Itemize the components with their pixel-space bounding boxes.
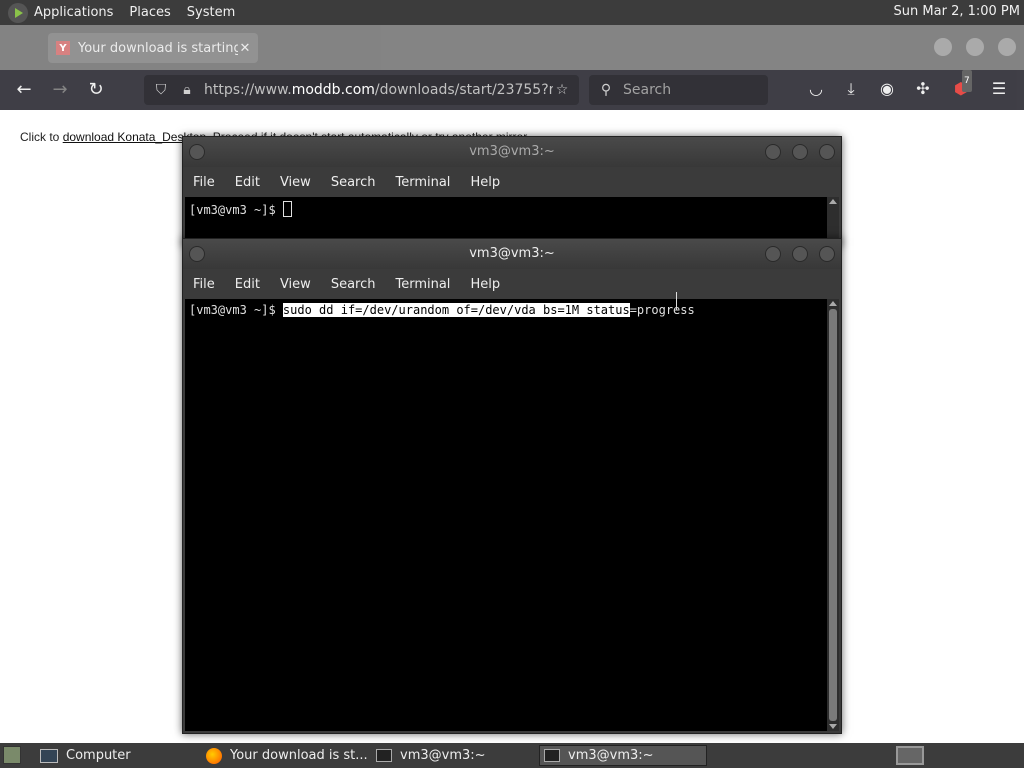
search-placeholder: Search	[623, 82, 672, 98]
shell-prompt: [vm3@vm3 ~]$	[189, 203, 283, 217]
downloads-icon[interactable]: ⤓	[840, 78, 862, 100]
reload-icon[interactable]: ↻	[84, 78, 108, 102]
window-menu-button[interactable]	[189, 246, 205, 262]
menu-file[interactable]: File	[193, 277, 215, 292]
text-cursor	[282, 201, 292, 217]
url-path: /downloads/start/23755?refe	[374, 82, 553, 98]
account-icon[interactable]: ◉	[876, 78, 898, 100]
terminal-menubar: File Edit View Search Terminal Help	[183, 167, 841, 197]
shield-icon[interactable]: ⛉	[152, 82, 170, 98]
places-menu[interactable]: Places	[129, 5, 170, 20]
terminal-window-front[interactable]: vm3@vm3:~ File Edit View Search Terminal…	[182, 238, 842, 734]
scroll-up-icon[interactable]	[829, 301, 837, 306]
moddb-favicon-icon: Y	[56, 41, 70, 55]
clock[interactable]: Sun Mar 2, 1:00 PM	[894, 4, 1020, 19]
url-domain: moddb.com	[291, 82, 375, 98]
scrollbar[interactable]	[827, 197, 839, 243]
task-label: vm3@vm3:~	[568, 748, 654, 763]
scrollbar[interactable]	[827, 299, 839, 731]
lock-icon[interactable]: 🔒︎	[178, 82, 196, 98]
menu-file[interactable]: File	[193, 175, 215, 190]
url-bar[interactable]: ⛉ 🔒︎ https://www.moddb.com/downloads/sta…	[144, 75, 579, 105]
selected-command-text[interactable]: sudo dd if=/dev/urandom of=/dev/vda bs=1…	[282, 303, 630, 317]
browser-navbar: ← → ↻ ⛉ 🔒︎ https://www.moddb.com/downloa…	[0, 70, 1024, 110]
scroll-up-icon[interactable]	[829, 199, 837, 204]
task-label: Your download is st...	[230, 748, 368, 763]
ibeam-cursor-icon	[676, 292, 679, 310]
menu-hamburger-icon[interactable]: ☰	[988, 78, 1010, 100]
menu-help[interactable]: Help	[470, 277, 500, 292]
terminal-icon	[376, 749, 392, 762]
pocket-icon[interactable]: ◡	[805, 78, 827, 100]
url-prefix: https://www.	[204, 82, 292, 98]
menu-view[interactable]: View	[280, 175, 311, 190]
terminal-window-back[interactable]: vm3@vm3:~ File Edit View Search Terminal…	[182, 136, 842, 246]
top-panel: Applications Places System Sun Mar 2, 1:…	[0, 0, 1024, 25]
show-desktop-icon[interactable]	[3, 746, 21, 764]
bottom-taskbar: Computer Your download is st... vm3@vm3:…	[0, 743, 1024, 768]
task-browser[interactable]: Your download is st...	[202, 745, 368, 766]
applications-menu[interactable]: Applications	[34, 5, 113, 20]
maximize-button[interactable]	[792, 246, 808, 262]
menu-search[interactable]: Search	[331, 277, 376, 292]
minimize-button[interactable]	[765, 246, 781, 262]
menu-view[interactable]: View	[280, 277, 311, 292]
terminal-menubar: File Edit View Search Terminal Help	[183, 269, 841, 299]
workspace-switcher[interactable]	[896, 746, 924, 765]
ublock-icon[interactable]: ⬢ 7	[950, 70, 972, 100]
terminal-output[interactable]: [vm3@vm3 ~]$ sudo dd if=/dev/urandom of=…	[185, 299, 827, 731]
menu-search[interactable]: Search	[331, 175, 376, 190]
computer-icon	[40, 748, 58, 763]
menu-terminal[interactable]: Terminal	[395, 277, 450, 292]
terminal-titlebar[interactable]: vm3@vm3:~	[183, 239, 841, 269]
task-terminal-2[interactable]: vm3@vm3:~	[539, 745, 707, 766]
browser-tabbar: Y Your download is starting - ✕	[0, 25, 1024, 70]
ublock-badge: 7	[962, 70, 972, 92]
maximize-button[interactable]	[966, 38, 984, 56]
minimize-button[interactable]	[765, 144, 781, 160]
firefox-icon	[206, 747, 222, 764]
tab-title: Your download is starting -	[78, 40, 238, 56]
task-computer[interactable]: Computer	[36, 745, 196, 766]
forward-icon[interactable]: →	[48, 78, 72, 102]
menu-edit[interactable]: Edit	[235, 175, 260, 190]
terminal-titlebar[interactable]: vm3@vm3:~	[183, 137, 841, 167]
command-text-rest[interactable]: =progress	[630, 303, 695, 317]
back-icon[interactable]: ←	[12, 78, 36, 102]
download-link[interactable]: download Konata_Desk	[63, 130, 190, 144]
terminal-output[interactable]: [vm3@vm3 ~]$	[185, 197, 827, 243]
scroll-down-icon[interactable]	[829, 724, 837, 729]
close-button[interactable]	[819, 246, 835, 262]
window-menu-button[interactable]	[189, 144, 205, 160]
close-button[interactable]	[819, 144, 835, 160]
maximize-button[interactable]	[792, 144, 808, 160]
close-window-button[interactable]	[998, 38, 1016, 56]
system-menu[interactable]: System	[187, 5, 235, 20]
shell-prompt: [vm3@vm3 ~]$	[189, 303, 283, 317]
search-input[interactable]: ⚲ Search	[589, 75, 768, 105]
task-terminal-1[interactable]: vm3@vm3:~	[372, 745, 536, 766]
page-text-prefix: Click to	[20, 130, 63, 144]
terminal-icon	[544, 749, 560, 762]
terminal-title: vm3@vm3:~	[469, 144, 555, 159]
browser-tab[interactable]: Y Your download is starting - ✕	[48, 33, 258, 63]
scrollbar-thumb[interactable]	[829, 309, 837, 721]
minimize-button[interactable]	[934, 38, 952, 56]
bookmark-star-icon[interactable]: ☆	[553, 82, 571, 98]
task-label: Computer	[66, 748, 131, 763]
terminal-title: vm3@vm3:~	[469, 246, 555, 261]
menu-edit[interactable]: Edit	[235, 277, 260, 292]
extensions-icon[interactable]: ✣	[912, 78, 934, 100]
tab-close-icon[interactable]: ✕	[238, 41, 252, 56]
menu-help[interactable]: Help	[470, 175, 500, 190]
distro-logo-icon[interactable]	[8, 2, 28, 23]
url-text[interactable]: https://www.moddb.com/downloads/start/23…	[204, 82, 553, 98]
menu-terminal[interactable]: Terminal	[395, 175, 450, 190]
task-label: vm3@vm3:~	[400, 748, 486, 763]
search-icon: ⚲	[600, 82, 612, 98]
